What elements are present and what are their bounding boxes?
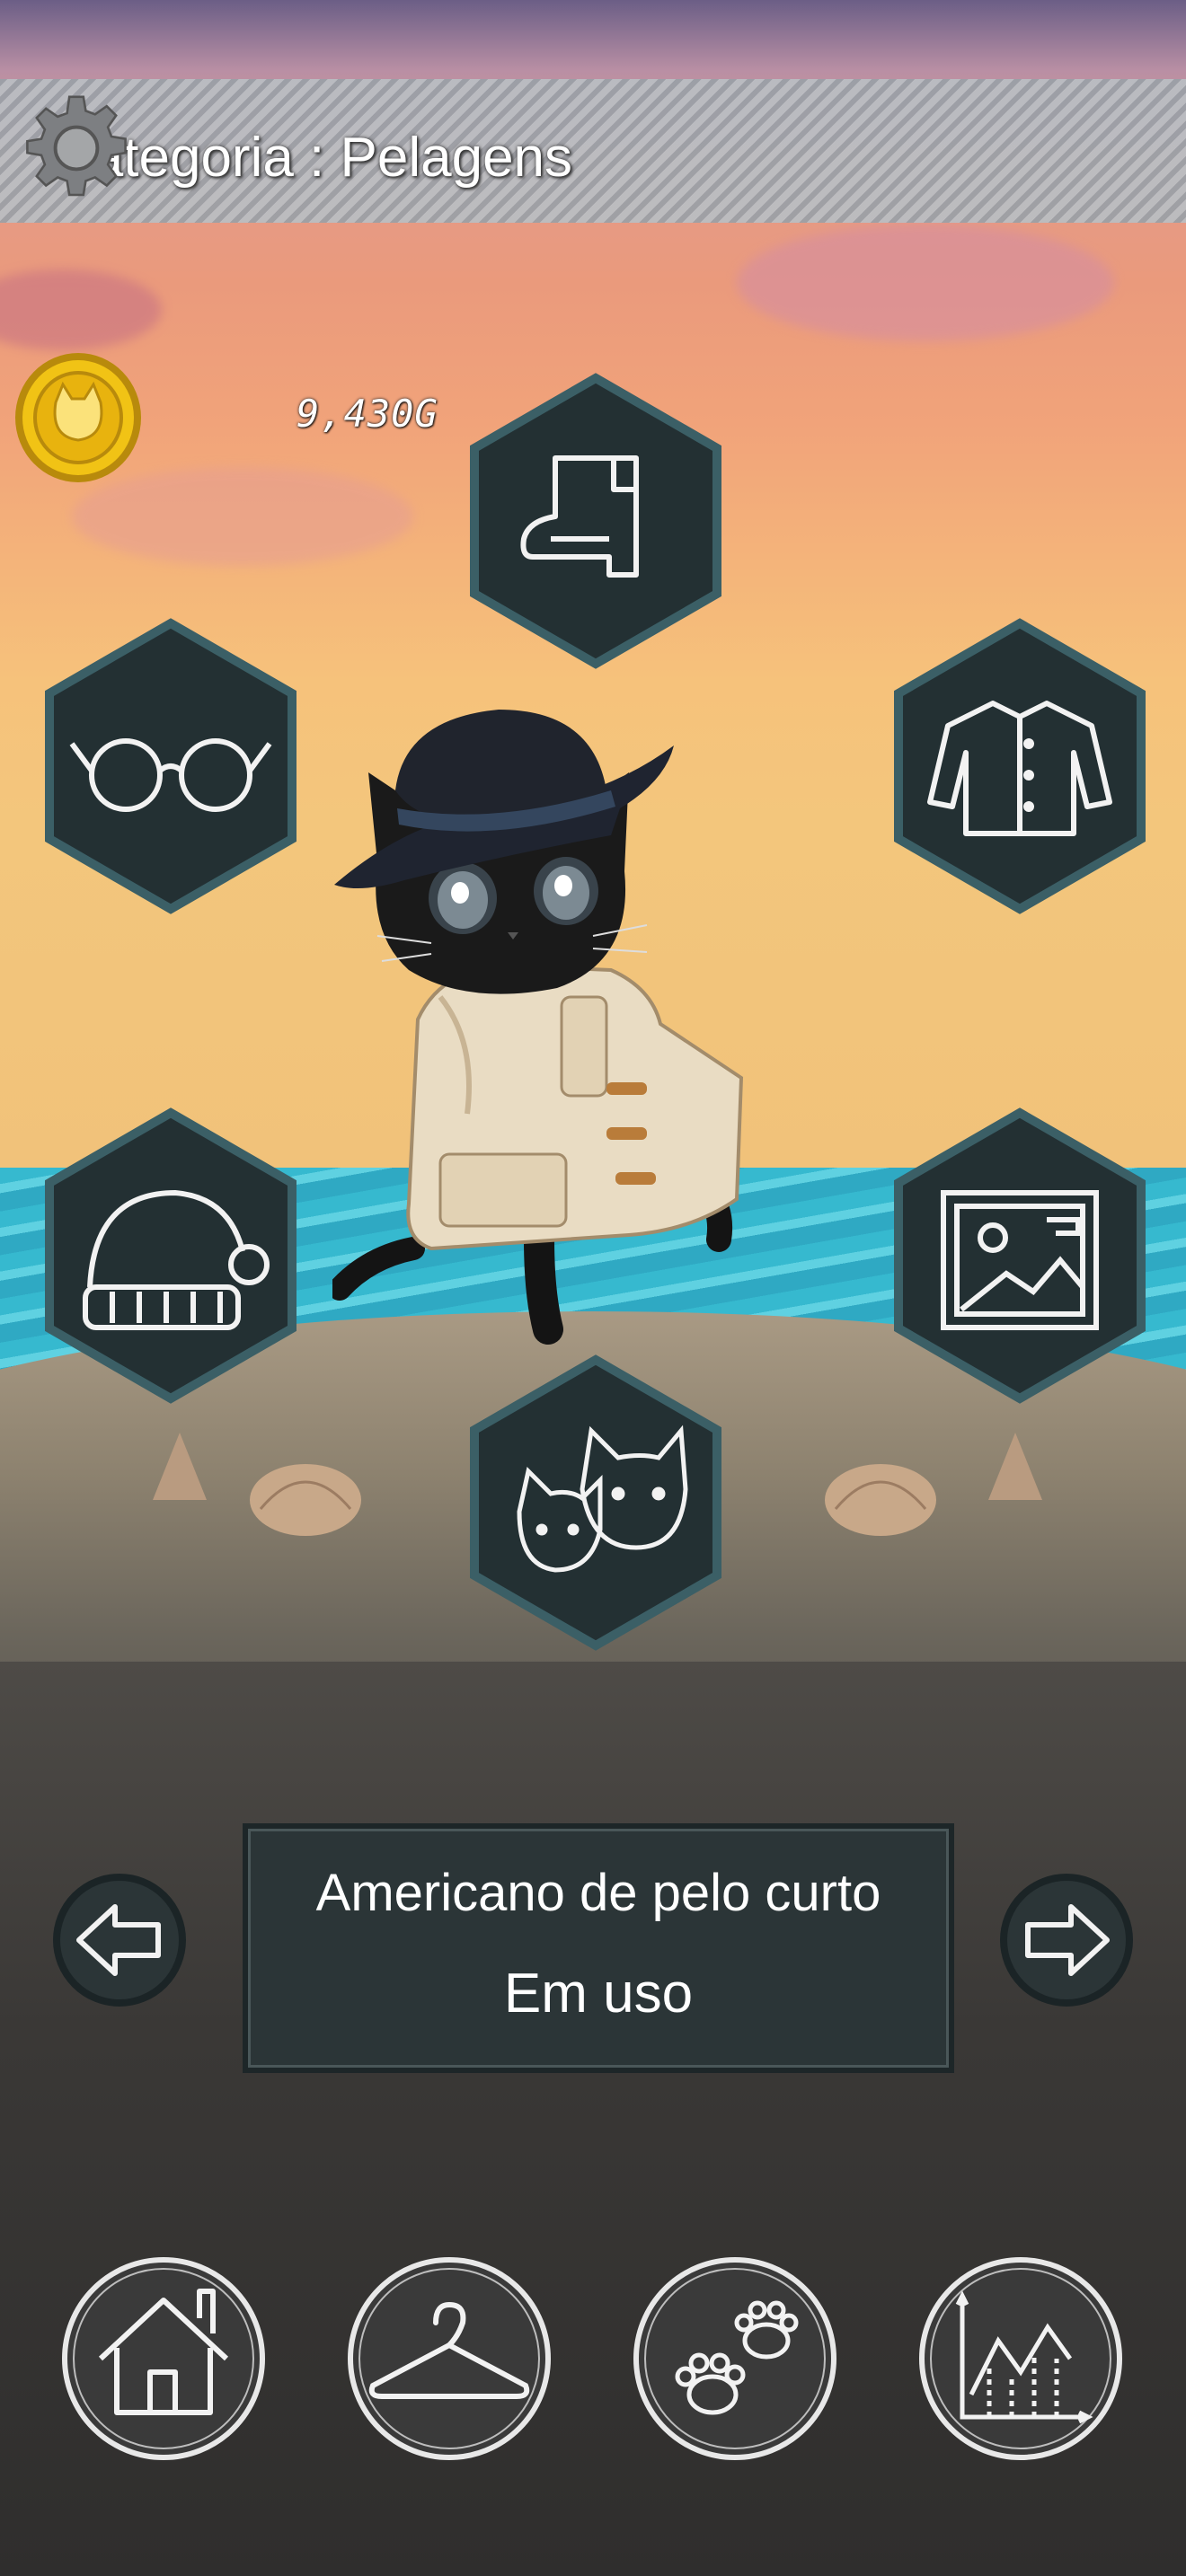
cat-character (328, 701, 782, 1347)
item-name: Americano de pelo curto (315, 1864, 881, 1922)
category-clothing[interactable] (890, 618, 1150, 914)
item-info-panel: Americano de pelo curto Em uso (243, 1823, 954, 2073)
nav-stats-button[interactable] (913, 2251, 1128, 2466)
category-shoes[interactable] (465, 373, 726, 669)
gold-amount: 9,430G (296, 392, 438, 436)
category-glasses[interactable] (40, 618, 301, 914)
item-status[interactable]: Em uso (248, 1962, 949, 2025)
cloud (737, 225, 1114, 341)
category-fur[interactable] (465, 1354, 726, 1651)
nav-pets-button[interactable] (627, 2251, 843, 2466)
shell-decoration (250, 1464, 361, 1536)
previous-item-button[interactable] (52, 1873, 187, 2007)
gear-icon[interactable] (18, 90, 135, 207)
category-hat[interactable] (40, 1107, 301, 1404)
category-background[interactable] (890, 1107, 1150, 1404)
shell-decoration (153, 1433, 207, 1500)
cat-coin-icon (13, 350, 144, 485)
nav-home-button[interactable] (56, 2251, 271, 2466)
shell-decoration (988, 1433, 1042, 1500)
shell-decoration (825, 1464, 936, 1536)
nav-wardrobe-button[interactable] (341, 2251, 557, 2466)
next-item-button[interactable] (999, 1873, 1134, 2007)
